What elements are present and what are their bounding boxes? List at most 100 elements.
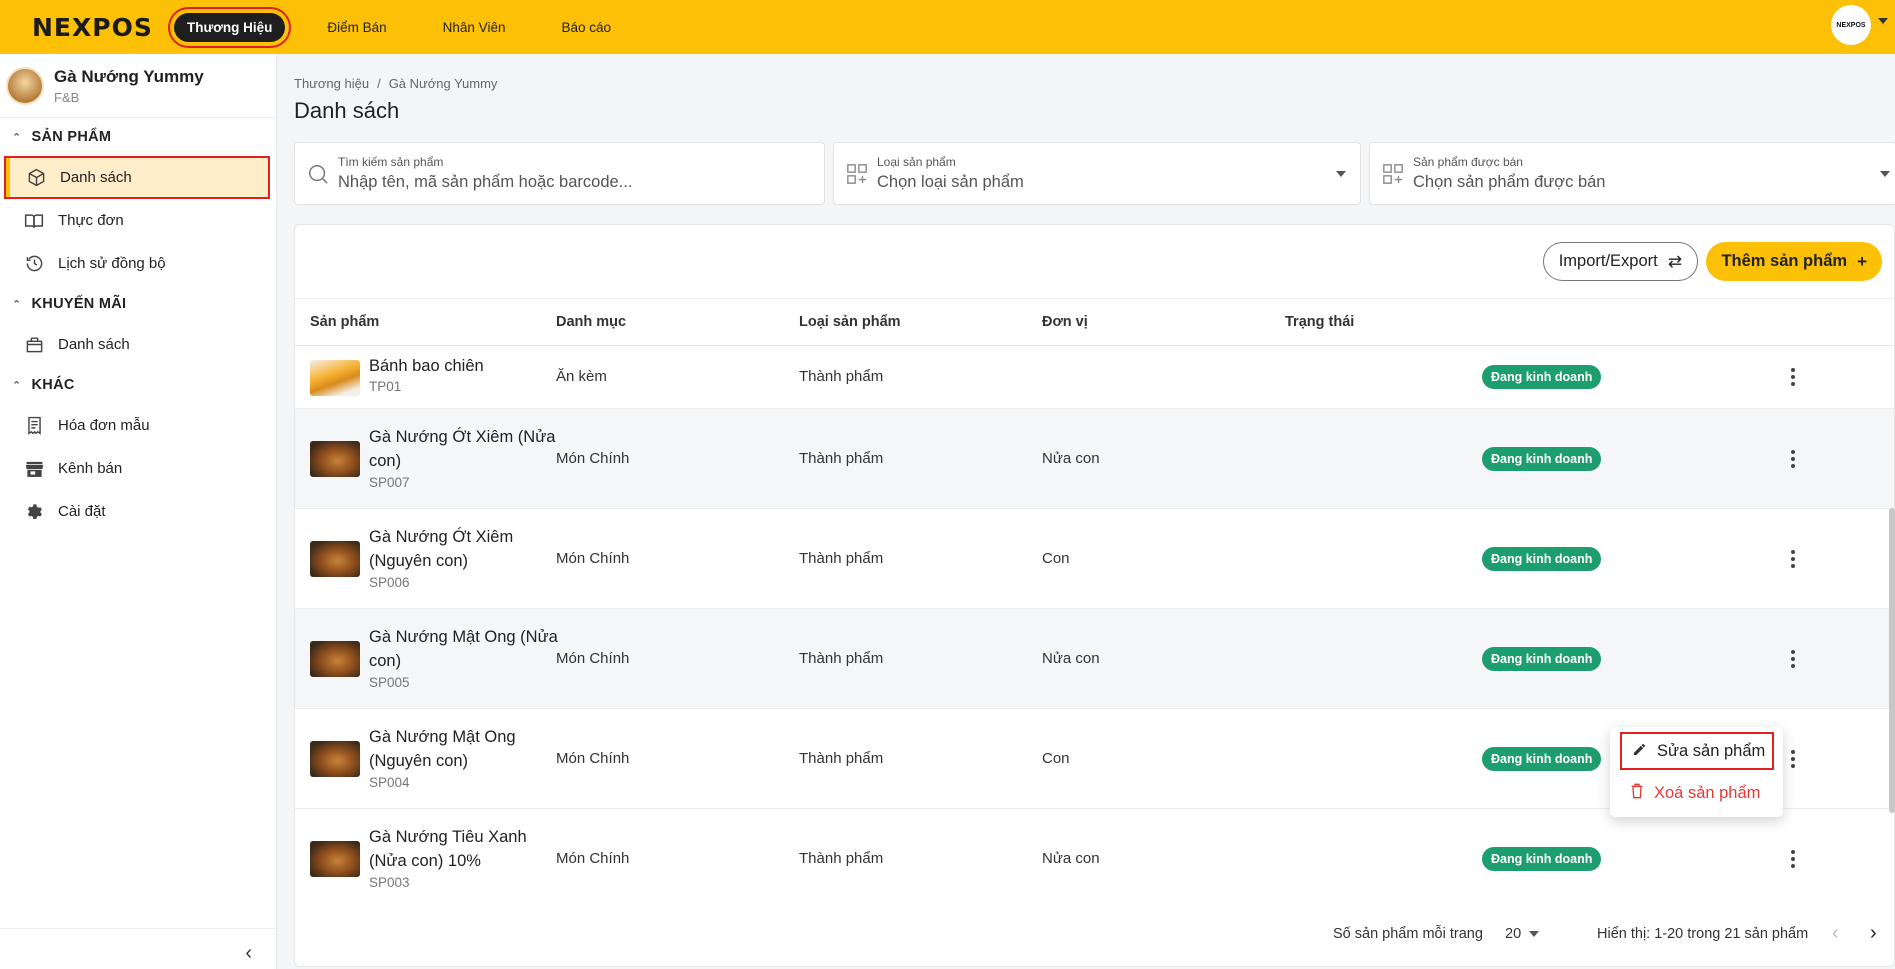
top-bar: NEXPOS Thương Hiệu Điểm Bán Nhân Viên Bá…: [0, 0, 1895, 54]
column-header[interactable]: Loại sản phẩm: [799, 314, 901, 330]
nav-bao-cao[interactable]: Báo cáo: [533, 13, 639, 42]
button-label: Import/Export: [1558, 252, 1658, 270]
chevron-left-icon[interactable]: ‹: [245, 942, 252, 965]
product-category: Món Chính: [556, 650, 630, 667]
gear-icon: [24, 502, 44, 522]
column-header[interactable]: Danh mục: [556, 314, 626, 330]
chevron-down-icon[interactable]: [1878, 18, 1888, 24]
product-type-select[interactable]: Loại sản phẩm Chọn loại sản phẩm: [833, 142, 1361, 205]
row-context-menu: Sửa sản phẩm Xoá sản phẩm: [1610, 727, 1783, 817]
chevron-up-icon: ⌃: [12, 131, 22, 144]
trash-icon: [1630, 783, 1644, 803]
chevron-left-icon[interactable]: ‹: [1832, 922, 1839, 945]
sidebar: Gà Nướng Yummy F&B ⌃ SẢN PHẨM Danh sách …: [0, 54, 277, 969]
grid-add-icon: [1382, 163, 1404, 185]
brand-header[interactable]: Gà Nướng Yummy F&B: [0, 54, 276, 118]
main-nav: Thương Hiệu Điểm Bán Nhân Viên Báo cáo: [174, 12, 639, 42]
sidebar-item-kenh-ban[interactable]: Kênh bán: [0, 447, 276, 490]
more-vertical-icon[interactable]: [1788, 447, 1798, 471]
user-avatar[interactable]: NEXPOS: [1831, 5, 1871, 45]
section-title: KHUYẾN MÃI: [31, 296, 127, 312]
product-category: Món Chính: [556, 550, 630, 567]
chevron-right-icon[interactable]: ›: [1870, 922, 1877, 945]
pencil-icon: [1632, 742, 1647, 761]
add-product-button[interactable]: Thêm sản phẩm +: [1706, 242, 1882, 281]
store-icon: [24, 459, 44, 479]
section-khuyen-mai[interactable]: ⌃ KHUYẾN MÃI: [0, 285, 276, 323]
receipt-icon: [24, 416, 44, 436]
sold-product-select[interactable]: Sản phẩm được bán Chọn sản phẩm được bán: [1369, 142, 1895, 205]
nexpos-logo[interactable]: NEXPOS: [32, 13, 157, 42]
chevron-down-icon: [1336, 171, 1346, 177]
section-khac[interactable]: ⌃ KHÁC: [0, 366, 276, 404]
scrollbar[interactable]: [1889, 508, 1895, 813]
chevron-down-icon: [1529, 931, 1540, 938]
breadcrumb-item[interactable]: Gà Nướng Yummy: [389, 76, 498, 91]
edit-product-menu-item[interactable]: Sửa sản phẩm: [1620, 732, 1774, 770]
import-export-button[interactable]: Import/Export ⇄: [1542, 242, 1698, 281]
book-icon: [24, 211, 44, 231]
product-type: Thành phẩm: [799, 550, 884, 567]
product-category: Món Chính: [556, 450, 630, 467]
column-header[interactable]: Sản phẩm: [310, 314, 379, 330]
box-icon: [26, 168, 46, 188]
product-thumbnail: [310, 441, 360, 477]
column-header[interactable]: Đơn vị: [1042, 314, 1088, 330]
per-page-select[interactable]: 20: [1505, 926, 1540, 942]
more-vertical-icon[interactable]: [1788, 547, 1798, 571]
product-code: SP004: [369, 775, 410, 790]
sidebar-item-lich-su-dong-bo[interactable]: Lịch sử đồng bộ: [0, 242, 276, 285]
product-code: SP006: [369, 575, 410, 590]
table-row[interactable]: Bánh bao chiên TP01 Ăn kèm Thành phẩm Đa…: [295, 346, 1894, 409]
product-unit: Nửa con: [1042, 650, 1100, 667]
more-vertical-icon[interactable]: [1788, 747, 1798, 771]
sidebar-item-label: Cài đặt: [58, 503, 106, 520]
grid-add-icon: [846, 163, 868, 185]
sidebar-item-cai-dat[interactable]: Cài đặt: [0, 490, 276, 533]
product-code: SP003: [369, 875, 410, 890]
history-icon: [24, 254, 44, 274]
search-placeholder[interactable]: Nhập tên, mã sản phẩm hoặc barcode...: [338, 173, 632, 192]
divider: [0, 928, 276, 929]
product-thumbnail: [310, 360, 360, 396]
product-code: TP01: [369, 379, 402, 394]
product-category: Ăn kèm: [556, 368, 607, 385]
product-unit: Con: [1042, 550, 1070, 567]
section-san-pham[interactable]: ⌃ SẢN PHẨM: [0, 118, 276, 156]
table-row[interactable]: Gà Nướng Tiêu Xanh (Nửa con) 10% SP003 M…: [295, 809, 1894, 909]
delete-product-menu-item[interactable]: Xoá sản phẩm: [1620, 774, 1774, 812]
menu-item-label: Sửa sản phẩm: [1657, 741, 1766, 760]
nav-nhan-vien[interactable]: Nhân Viên: [415, 13, 534, 42]
breadcrumb-item[interactable]: Thương hiệu: [294, 76, 369, 91]
product-thumbnail: [310, 741, 360, 777]
plus-icon: +: [1857, 251, 1867, 271]
sidebar-item-danh-sach-khuyen-mai[interactable]: Danh sách: [0, 323, 276, 366]
sold-product-value: Chọn sản phẩm được bán: [1413, 173, 1606, 191]
sidebar-item-thuc-don[interactable]: Thực đơn: [0, 199, 276, 242]
table-row[interactable]: Gà Nướng Ớt Xiêm (Nguyên con) SP006 Món …: [295, 509, 1894, 609]
sidebar-item-hoa-don-mau[interactable]: Hóa đơn mẫu: [0, 404, 276, 447]
product-category: Món Chính: [556, 850, 630, 867]
table-header: Sản phẩm Danh mục Loại sản phẩm Đơn vị T…: [295, 298, 1894, 346]
search-label: Tìm kiếm sản phẩm: [338, 155, 444, 169]
sidebar-item-label: Lịch sử đồng bộ: [58, 255, 166, 272]
sidebar-item-label: Danh sách: [60, 169, 132, 186]
product-type: Thành phẩm: [799, 650, 884, 667]
more-vertical-icon[interactable]: [1788, 365, 1798, 389]
product-name: Gà Nướng Ớt Xiêm (Nguyên con): [369, 528, 514, 570]
product-code: SP005: [369, 675, 410, 690]
table-row[interactable]: Gà Nướng Mật Ong (Nửa con) SP005 Món Chí…: [295, 609, 1894, 709]
more-vertical-icon[interactable]: [1788, 847, 1798, 871]
sidebar-item-danh-sach-san-pham[interactable]: Danh sách: [4, 156, 270, 199]
main-content: Thương hiệu / Gà Nướng Yummy Danh sách Tìm…: [277, 54, 1895, 969]
brand-avatar: [6, 66, 44, 105]
more-vertical-icon[interactable]: [1788, 647, 1798, 671]
search-input[interactable]: Tìm kiếm sản phẩm Nhập tên, mã sản phẩm …: [294, 142, 825, 205]
nav-diem-ban[interactable]: Điểm Bán: [299, 13, 414, 42]
table-row[interactable]: Gà Nướng Ớt Xiêm (Nửa con) SP007 Món Chí…: [295, 409, 1894, 509]
column-header[interactable]: Trạng thái: [1285, 314, 1354, 330]
search-icon: [307, 163, 329, 185]
brand-type: F&B: [54, 89, 80, 105]
nav-thuong-hieu[interactable]: Thương Hiệu: [174, 12, 286, 42]
brand-name: Gà Nướng Yummy: [54, 66, 204, 86]
